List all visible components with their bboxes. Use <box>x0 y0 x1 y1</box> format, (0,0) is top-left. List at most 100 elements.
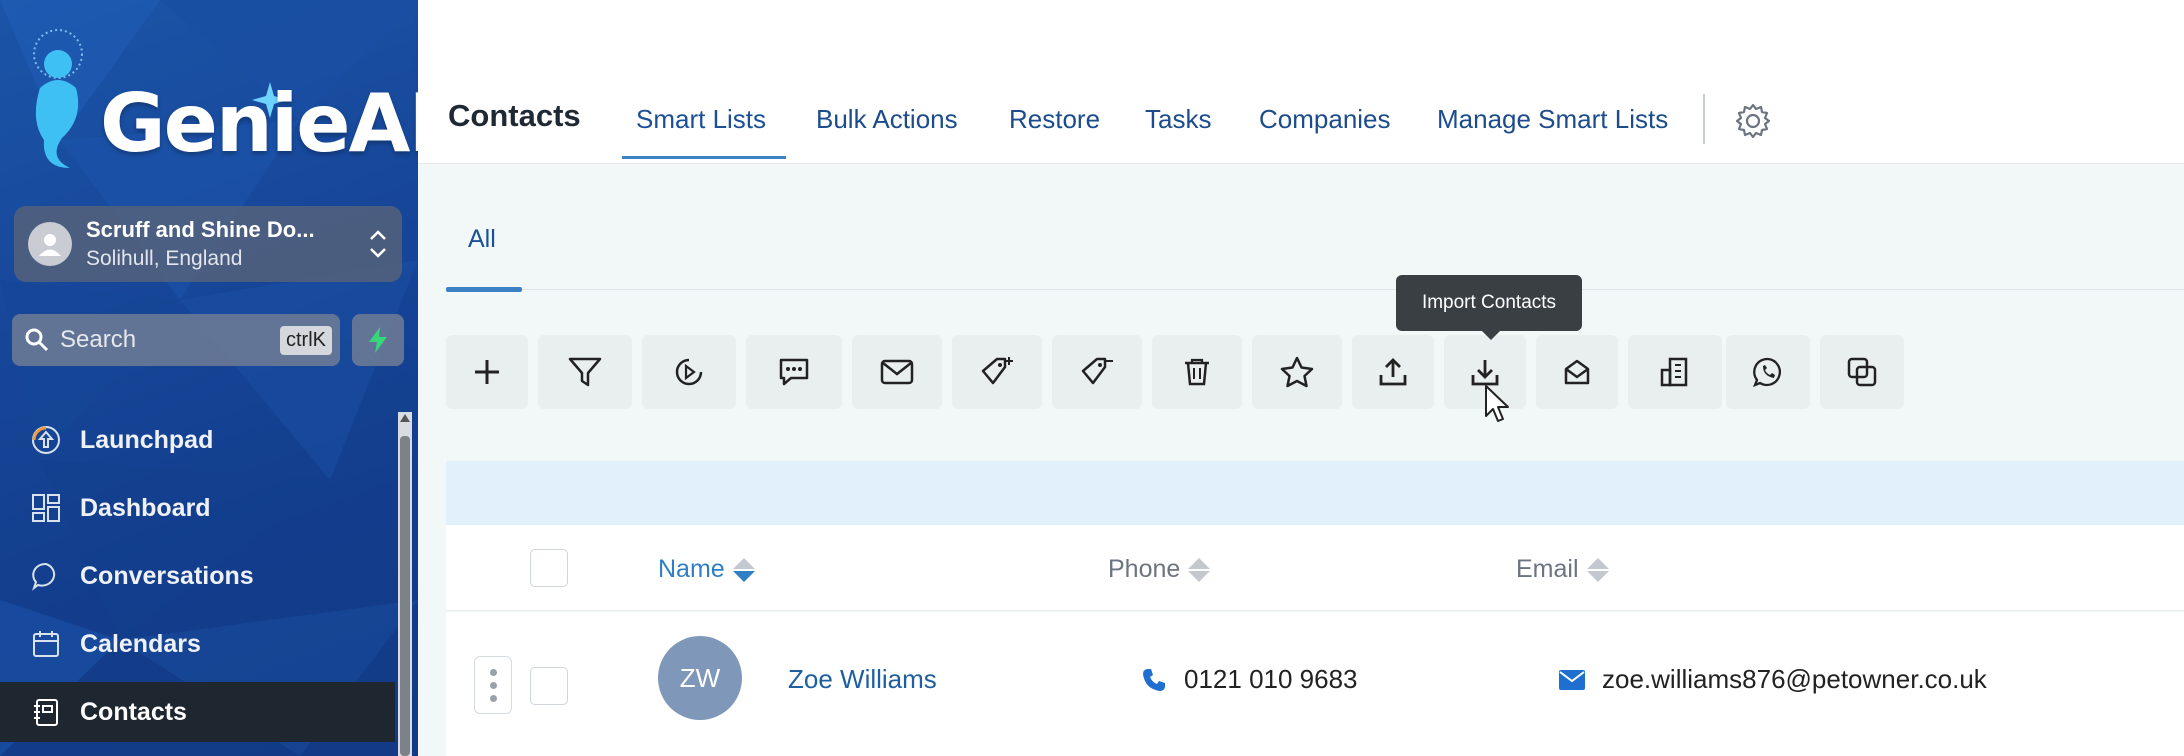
sidebar-item-contacts[interactable]: Contacts <box>0 682 395 742</box>
whatsapp-icon <box>1752 357 1781 388</box>
sidebar-nav: Launchpad Dashboard Conversations Calend… <box>0 410 395 750</box>
envelope-icon <box>1559 669 1585 690</box>
user-icon <box>39 234 61 256</box>
sidebar-item-label: Calendars <box>80 629 201 658</box>
column-phone-label: Phone <box>1108 555 1181 583</box>
delete-icon <box>1185 358 1209 386</box>
sidebar-item-label: Dashboard <box>80 493 211 522</box>
contact-phone[interactable]: 0121 010 9683 <box>1140 664 1358 695</box>
sidebar-item-label: Contacts <box>80 697 187 726</box>
filter-button[interactable] <box>538 335 632 409</box>
dashboard-icon <box>28 490 64 526</box>
search-input[interactable]: Search ctrlK <box>12 314 340 366</box>
star-icon <box>1280 356 1314 388</box>
row-actions-button[interactable] <box>474 656 512 714</box>
contact-avatar: ZW <box>658 636 742 720</box>
sidebar-item-label: Launchpad <box>80 425 214 454</box>
send-sms-button[interactable] <box>746 335 842 409</box>
chevron-updown-icon <box>370 230 386 258</box>
chat-icon <box>28 558 64 594</box>
export-icon <box>1379 358 1407 386</box>
sidebar: GenieAI Scruff and Shine Do... Solihull,… <box>0 0 418 756</box>
active-tab-indicator <box>622 156 786 159</box>
mailbox-button[interactable] <box>1536 335 1618 409</box>
subtab-all[interactable]: All <box>468 225 496 254</box>
subtab-divider <box>446 289 2184 290</box>
select-all-checkbox[interactable] <box>530 549 568 587</box>
sidebar-item-calendars[interactable]: Calendars <box>0 614 395 674</box>
add-contact-button[interactable] <box>446 335 528 409</box>
contact-phone-text: 0121 010 9683 <box>1184 664 1358 694</box>
mailbox-icon <box>1564 359 1590 385</box>
genie-ai-logo: GenieAI <box>18 28 418 178</box>
page-header: Contacts Smart Lists Bulk Actions Restor… <box>418 0 2184 164</box>
genie-mascot-icon <box>33 29 83 168</box>
email-icon <box>880 359 914 385</box>
add-to-favorites-button[interactable] <box>1252 335 1342 409</box>
whatsapp-button[interactable] <box>1726 335 1810 409</box>
column-header-email[interactable]: Email <box>1516 555 1609 584</box>
add-tag-button[interactable] <box>952 335 1042 409</box>
sidebar-scrollbar[interactable] <box>398 412 412 756</box>
filter-icon <box>568 357 602 387</box>
search-placeholder: Search <box>60 326 137 353</box>
location-avatar <box>28 222 72 266</box>
merge-contacts-button[interactable] <box>1820 335 1904 409</box>
row-checkbox[interactable] <box>530 667 568 705</box>
tab-restore[interactable]: Restore <box>1009 104 1100 135</box>
tab-bulk-actions[interactable]: Bulk Actions <box>816 104 958 135</box>
import-icon <box>1471 360 1499 386</box>
remove-tag-button[interactable] <box>1052 335 1142 409</box>
sidebar-item-label: Conversations <box>80 561 254 590</box>
import-contacts-tooltip: Import Contacts <box>1396 275 1582 340</box>
sort-icon <box>1188 557 1211 582</box>
column-header-name[interactable]: Name <box>658 555 755 584</box>
table-bulk-bar <box>446 461 2184 525</box>
subtab-indicator <box>446 287 522 292</box>
merge-icon <box>1847 357 1877 387</box>
scroll-up-arrow-icon[interactable] <box>400 414 410 422</box>
location-name: Scruff and Shine Do... <box>86 217 315 242</box>
send-email-button[interactable] <box>852 335 942 409</box>
sidebar-item-launchpad[interactable]: Launchpad <box>0 410 395 470</box>
mouse-pointer-icon <box>1485 385 1509 422</box>
tab-manage-smart-lists[interactable]: Manage Smart Lists <box>1437 104 1668 135</box>
table-row[interactable]: ZW Zoe Williams 0121 010 9683 zoe.willia… <box>446 612 2184 756</box>
gear-icon[interactable] <box>1734 102 1772 140</box>
export-contacts-button[interactable] <box>1352 335 1434 409</box>
tab-tasks[interactable]: Tasks <box>1145 104 1211 135</box>
add-icon <box>475 360 499 384</box>
location-place: Solihull, England <box>86 247 243 270</box>
header-divider <box>1703 94 1705 144</box>
table-header: Name Phone Email <box>446 525 2184 611</box>
scrollbar-thumb[interactable] <box>400 436 410 756</box>
quick-actions-button[interactable] <box>352 314 404 366</box>
tab-companies[interactable]: Companies <box>1259 104 1391 135</box>
phone-icon <box>1143 668 1165 691</box>
search-icon <box>25 328 49 352</box>
sort-icon <box>1586 557 1609 582</box>
contact-email[interactable]: zoe.williams876@petowner.co.uk <box>1558 664 1987 695</box>
search-shortcut: ctrlK <box>280 325 332 355</box>
contacts-content: All Import Contacts Name Phone Email ZW … <box>418 165 2184 756</box>
company-icon <box>1660 357 1688 387</box>
contact-name-link[interactable]: Zoe Williams <box>788 664 937 695</box>
add-to-automation-button[interactable] <box>642 335 736 409</box>
tab-smart-lists[interactable]: Smart Lists <box>636 104 766 135</box>
column-email-label: Email <box>1516 555 1579 583</box>
lightning-icon <box>369 327 387 353</box>
sidebar-item-conversations[interactable]: Conversations <box>0 546 395 606</box>
contacts-icon <box>28 694 64 730</box>
column-header-phone[interactable]: Phone <box>1108 555 1211 584</box>
launchpad-icon <box>28 422 64 458</box>
page-title: Contacts <box>448 98 581 133</box>
automation-icon <box>675 358 703 386</box>
add-tag-icon <box>981 357 1013 385</box>
sms-icon <box>779 358 809 386</box>
contact-email-text: zoe.williams876@petowner.co.uk <box>1602 664 1987 694</box>
location-switcher[interactable]: Scruff and Shine Do... Solihull, England <box>14 206 402 282</box>
remove-tag-icon <box>1081 357 1113 385</box>
delete-button[interactable] <box>1152 335 1242 409</box>
add-to-company-button[interactable] <box>1628 335 1722 409</box>
sidebar-item-dashboard[interactable]: Dashboard <box>0 478 395 538</box>
